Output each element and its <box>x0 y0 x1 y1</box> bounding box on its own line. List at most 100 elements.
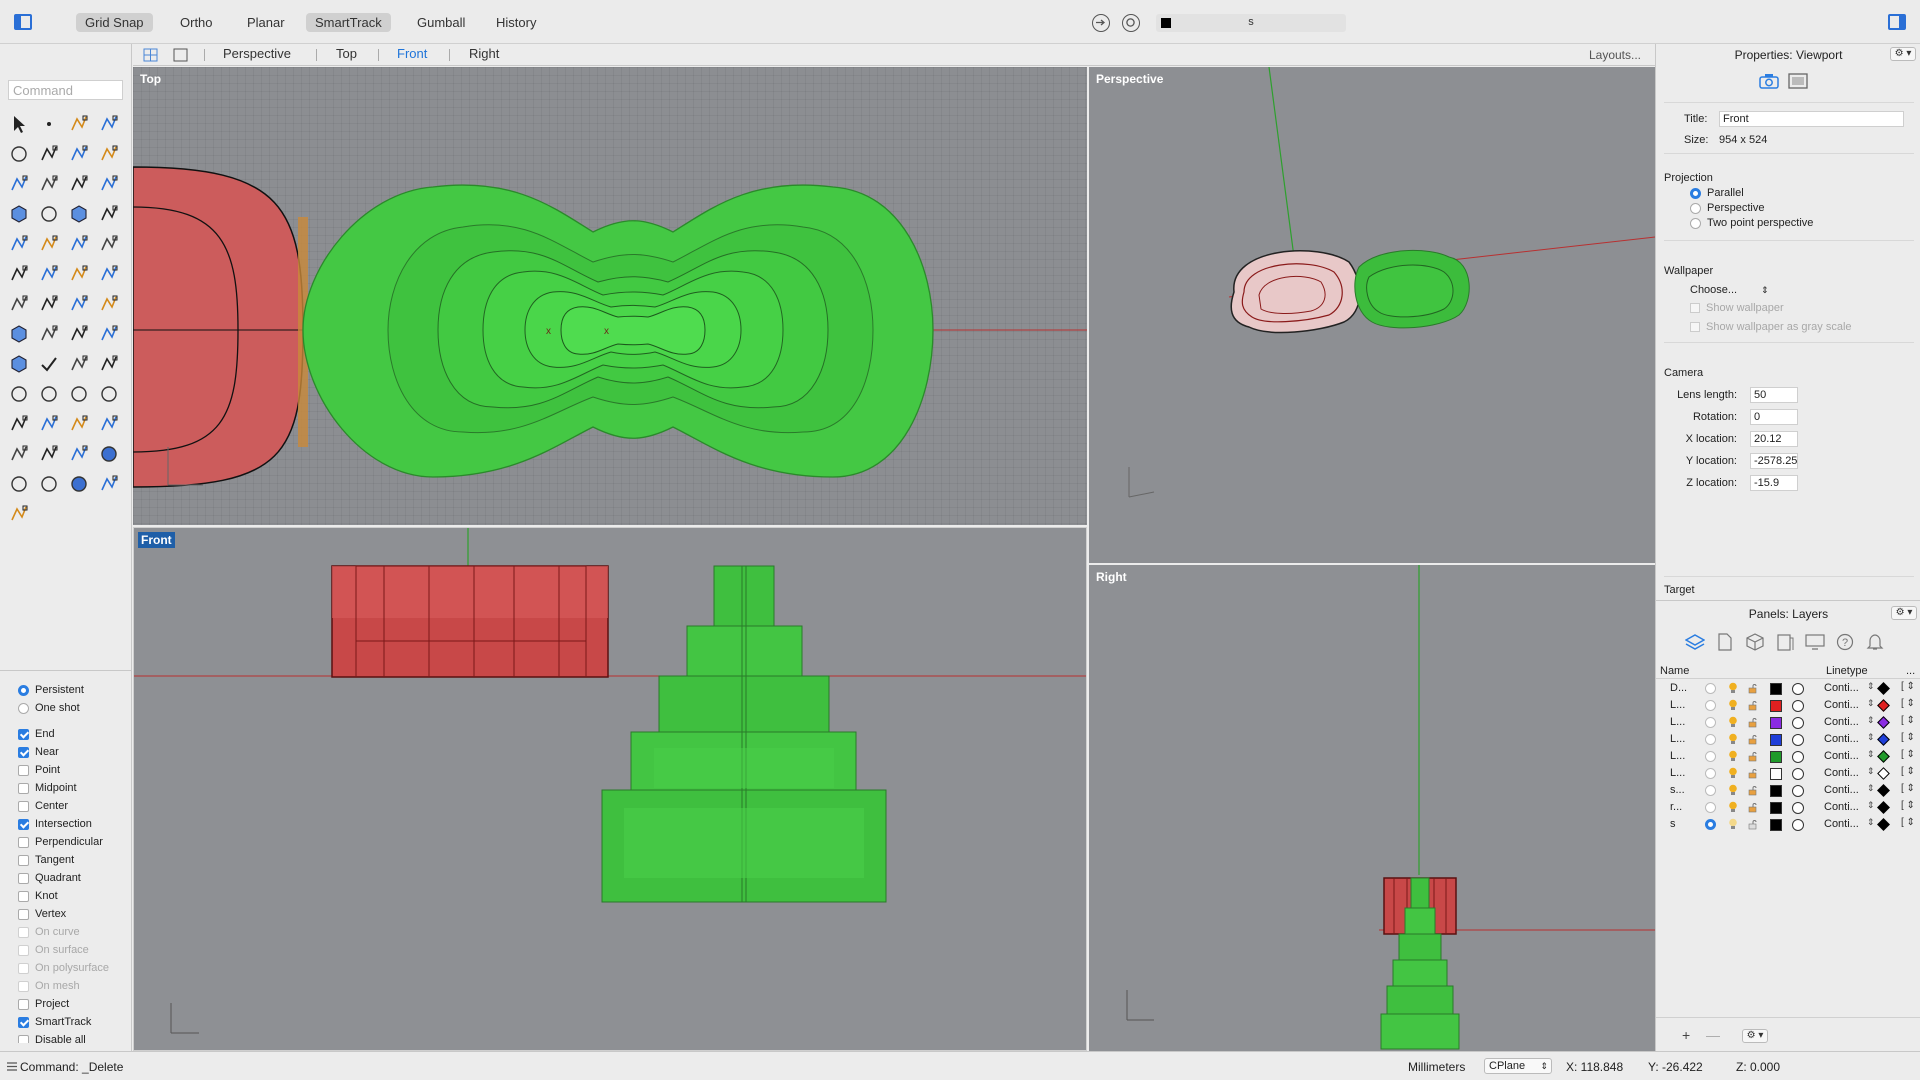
solid-icon[interactable] <box>4 319 34 349</box>
help-tab-icon[interactable]: ? <box>1834 631 1856 653</box>
planar-button[interactable]: Planar <box>238 13 294 32</box>
lightbulb-icon[interactable] <box>1728 716 1738 728</box>
print-color-diamond-icon[interactable] <box>1877 801 1890 814</box>
lock-icon[interactable] <box>1748 819 1759 830</box>
lightbulb-icon[interactable] <box>1728 699 1738 711</box>
column-linetype[interactable]: Linetype <box>1826 665 1868 677</box>
layer-name[interactable]: L... <box>1670 733 1685 745</box>
layer-color-swatch[interactable] <box>1770 683 1782 695</box>
osnap-center[interactable]: Center <box>0 797 132 815</box>
tab-right[interactable]: Right <box>469 46 499 61</box>
tab-perspective[interactable]: Perspective <box>223 46 291 61</box>
print-width-icon[interactable]: [ ⇕ <box>1901 749 1915 760</box>
trim-icon[interactable] <box>94 229 124 259</box>
layer-name[interactable]: L... <box>1670 767 1685 779</box>
lightbulb-icon[interactable] <box>1728 767 1738 779</box>
filter-icon[interactable] <box>1092 14 1110 32</box>
viewport-label-top[interactable]: Top <box>137 71 164 87</box>
lock-icon[interactable] <box>1748 700 1759 711</box>
camera-field-input[interactable]: 50 <box>1750 387 1798 403</box>
layer-row[interactable]: L... Conti... ⇕ [ ⇕ <box>1656 714 1920 731</box>
select-icon[interactable] <box>4 109 34 139</box>
layers-footer-gear-button[interactable]: ⚙ ▾ <box>1742 1029 1768 1043</box>
right-sidebar-toggle-icon[interactable] <box>1888 14 1906 30</box>
print-color-diamond-icon[interactable] <box>1877 784 1890 797</box>
title-field[interactable]: Front <box>1719 111 1904 127</box>
lock-icon[interactable] <box>1748 751 1759 762</box>
document-tab-icon[interactable] <box>1714 631 1736 653</box>
current-layer-radio[interactable] <box>1705 751 1716 762</box>
sphere-icon[interactable] <box>34 199 64 229</box>
sphere-wire-icon[interactable] <box>34 469 64 499</box>
sweep-icon[interactable] <box>94 259 124 289</box>
current-layer-radio[interactable] <box>1705 700 1716 711</box>
print-color-diamond-icon[interactable] <box>1877 733 1890 746</box>
lightbulb-icon[interactable] <box>1728 784 1738 796</box>
material-circle-icon[interactable] <box>1792 819 1804 831</box>
lock-icon[interactable] <box>1748 785 1759 796</box>
lightbulb-icon[interactable] <box>1728 733 1738 745</box>
single-viewport-icon[interactable] <box>173 48 188 62</box>
extrude-icon[interactable] <box>34 229 64 259</box>
extend-icon[interactable] <box>94 169 124 199</box>
car-icon[interactable] <box>34 409 64 439</box>
rectangle-icon[interactable] <box>94 139 124 169</box>
print-color-diamond-icon[interactable] <box>1877 767 1890 780</box>
viewport-perspective[interactable]: Perspective <box>1089 67 1655 563</box>
print-width-icon[interactable]: [ ⇕ <box>1901 732 1915 743</box>
layer-linetype[interactable]: Conti... <box>1824 733 1859 745</box>
viewport-label-front[interactable]: Front <box>138 532 175 548</box>
layer-name[interactable]: s... <box>1670 784 1685 796</box>
wallpaper-choose-select[interactable]: Choose... ⇕ <box>1690 284 1769 296</box>
measure-icon[interactable] <box>34 319 64 349</box>
lock-icon[interactable] <box>34 439 64 469</box>
layer-color-swatch[interactable] <box>1770 700 1782 712</box>
print-width-icon[interactable]: [ ⇕ <box>1901 698 1915 709</box>
tab-top[interactable]: Top <box>336 46 357 61</box>
zoom-window-icon[interactable] <box>34 379 64 409</box>
polygon-icon[interactable] <box>4 169 34 199</box>
osnap-end[interactable]: End <box>0 725 132 743</box>
current-layer-radio[interactable] <box>1705 785 1716 796</box>
ellipse-icon[interactable] <box>34 139 64 169</box>
layers-tab-icon[interactable] <box>1684 631 1706 653</box>
osnap-vertex[interactable]: Vertex <box>0 905 132 923</box>
smarttrack-button[interactable]: SmartTrack <box>306 13 391 32</box>
color-wheel-icon[interactable] <box>94 439 124 469</box>
print-width-icon[interactable]: [ ⇕ <box>1901 715 1915 726</box>
camera-icon[interactable] <box>1758 72 1780 90</box>
osnap-knot[interactable]: Knot <box>0 887 132 905</box>
layer-color-swatch[interactable] <box>1770 819 1782 831</box>
column-name[interactable]: Name <box>1660 665 1689 677</box>
mesh-icon[interactable] <box>4 349 34 379</box>
camera-field-input[interactable]: 20.12 <box>1750 431 1798 447</box>
osnap-project[interactable]: Project <box>0 995 132 1013</box>
cplane-select[interactable]: CPlane ⇕ <box>1484 1058 1552 1074</box>
render-icon[interactable] <box>64 409 94 439</box>
text-icon[interactable] <box>4 289 34 319</box>
layouts-button[interactable]: Layouts... <box>1589 48 1641 62</box>
properties-gear-button[interactable]: ⚙ ▾ <box>1890 47 1916 61</box>
render-tab-icon[interactable] <box>1774 631 1796 653</box>
layer-color-swatch[interactable] <box>1770 802 1782 814</box>
viewport-right[interactable]: Right <box>1089 565 1655 1051</box>
cylinder-icon[interactable] <box>64 199 94 229</box>
tab-front[interactable]: Front <box>397 46 427 61</box>
layer-linetype[interactable]: Conti... <box>1824 750 1859 762</box>
layer-row[interactable]: L... Conti... ⇕ [ ⇕ <box>1656 731 1920 748</box>
wallpaper-icon[interactable] <box>1788 72 1808 90</box>
print-width-icon[interactable]: [ ⇕ <box>1901 766 1915 777</box>
arc-icon[interactable] <box>64 139 94 169</box>
circle-icon[interactable] <box>4 139 34 169</box>
osnap-intersection[interactable]: Intersection <box>0 815 132 833</box>
loft-icon[interactable] <box>4 229 34 259</box>
layer-color-swatch[interactable] <box>1770 785 1782 797</box>
current-layer-radio[interactable] <box>1705 717 1716 728</box>
remove-layer-button[interactable]: — <box>1706 1027 1720 1043</box>
paint-icon[interactable] <box>94 349 124 379</box>
layer-linetype[interactable]: Conti... <box>1824 716 1859 728</box>
camera-field-input[interactable]: 0 <box>1750 409 1798 425</box>
layer-name[interactable]: L... <box>1670 699 1685 711</box>
left-sidebar-toggle-icon[interactable] <box>14 14 32 30</box>
material-circle-icon[interactable] <box>1792 683 1804 695</box>
